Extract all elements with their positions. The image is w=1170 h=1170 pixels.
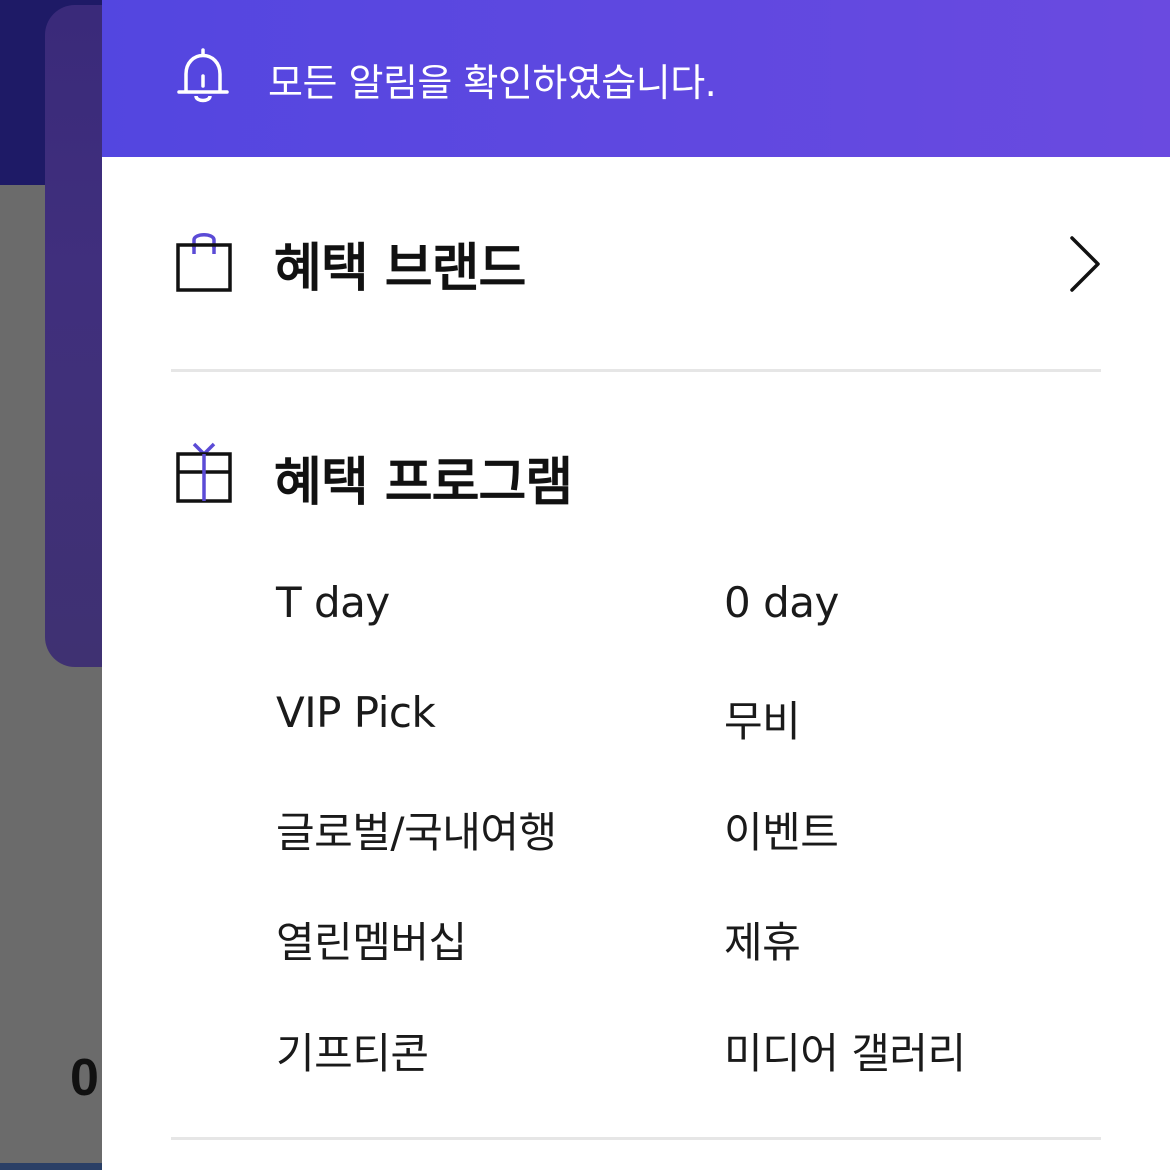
program-link-partnership[interactable]: 제휴 (724, 909, 801, 970)
program-link-t-day[interactable]: T day (276, 578, 390, 627)
program-link-event[interactable]: 이벤트 (724, 799, 839, 860)
background-partial-text: 0 (70, 1049, 99, 1107)
program-link-movie[interactable]: 무비 (724, 688, 801, 749)
program-link-media-gallery[interactable]: 미디어 갤러리 (724, 1020, 966, 1081)
bell-icon (177, 48, 229, 103)
program-link-open-membership[interactable]: 열린멤버십 (276, 909, 467, 970)
program-link-gifticon[interactable]: 기프티콘 (276, 1020, 429, 1081)
side-drawer: 모든 알림을 확인하였습니다. 혜택 브랜드 혜택 프로그램 T day VIP… (102, 0, 1170, 1170)
background-bottom-strip (0, 1163, 102, 1170)
shopping-bag-icon (176, 233, 232, 292)
program-link-travel[interactable]: 글로벌/국내여행 (276, 799, 557, 860)
gift-icon (176, 442, 232, 503)
notification-banner[interactable]: 모든 알림을 확인하였습니다. (102, 0, 1170, 157)
benefit-program-title: 혜택 프로그램 (274, 453, 573, 513)
program-link-0-day[interactable]: 0 day (724, 578, 839, 627)
divider (171, 1137, 1101, 1140)
notification-text: 모든 알림을 확인하였습니다. (268, 61, 717, 105)
benefit-brand-title[interactable]: 혜택 브랜드 (274, 226, 526, 301)
program-link-vip-pick[interactable]: VIP Pick (276, 688, 436, 737)
chevron-right-icon[interactable] (1062, 234, 1106, 294)
divider (171, 369, 1101, 372)
